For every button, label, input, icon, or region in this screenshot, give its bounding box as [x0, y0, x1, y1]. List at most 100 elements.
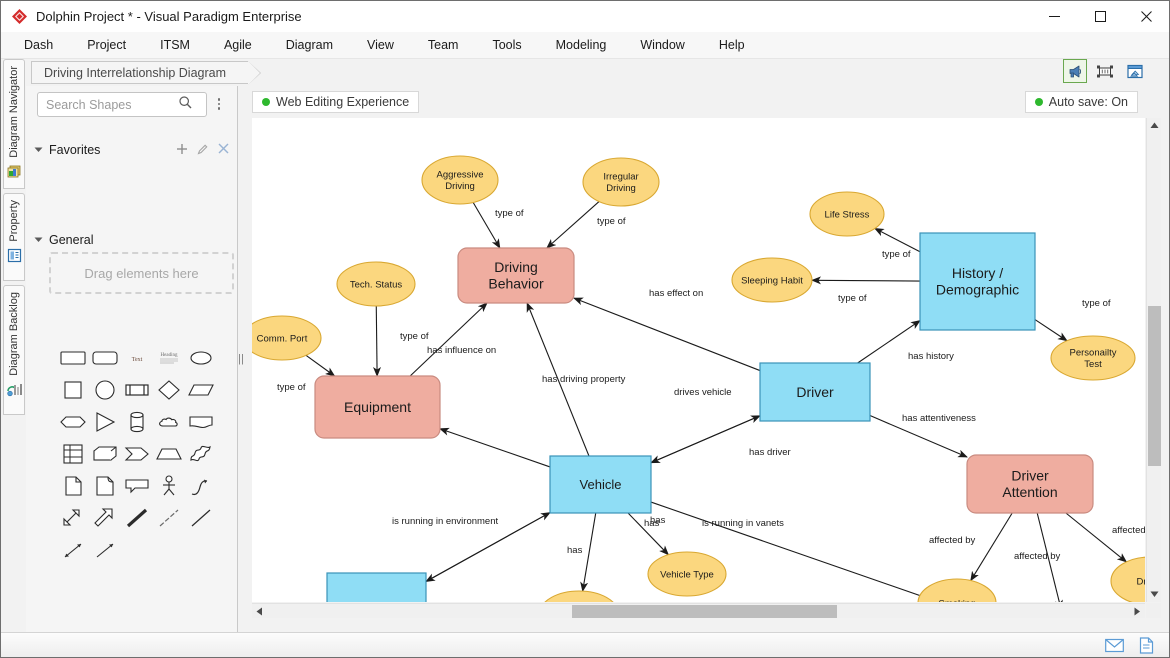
- diagram-node[interactable]: Sleeping Habit: [731, 257, 813, 303]
- close-button[interactable]: [1123, 1, 1169, 32]
- favorites-section-header[interactable]: Favorites: [26, 138, 238, 162]
- menu-item-diagram[interactable]: Diagram: [277, 34, 342, 56]
- diagram-node[interactable]: Environment: [326, 572, 427, 602]
- plus-icon[interactable]: [176, 143, 188, 158]
- diagram-edge[interactable]: [650, 415, 761, 464]
- diagram-node[interactable]: Vehicle Type: [647, 551, 727, 597]
- fit-to-screen-icon[interactable]: [1093, 59, 1117, 83]
- menu-item-agile[interactable]: Agile: [215, 34, 261, 56]
- trapezoid-shape[interactable]: [153, 438, 185, 470]
- minimize-button[interactable]: [1031, 1, 1077, 32]
- actor-shape[interactable]: [153, 470, 185, 502]
- search-shapes-box[interactable]: [37, 92, 207, 117]
- diagram-edge[interactable]: [439, 427, 551, 468]
- diagram-node[interactable]: Vehicle: [549, 455, 652, 514]
- maximize-button[interactable]: [1077, 1, 1123, 32]
- diagram-edge[interactable]: [810, 276, 921, 285]
- single-arrow-line-shape[interactable]: [89, 534, 121, 566]
- diamond-shape[interactable]: [153, 374, 185, 406]
- diagram-edge[interactable]: [373, 305, 382, 377]
- diagram-node[interactable]: DriverAttention: [966, 454, 1094, 514]
- wave-box-shape[interactable]: [185, 406, 217, 438]
- pencil-icon[interactable]: [197, 143, 209, 158]
- layers-panel-icon[interactable]: [1123, 59, 1147, 83]
- document-tab[interactable]: Driving Interrelationship Diagram: [31, 61, 262, 85]
- hexagon-shape[interactable]: [57, 406, 89, 438]
- web-editing-badge[interactable]: Web Editing Experience: [252, 91, 420, 113]
- diagram-node[interactable]: Vehicle ID: [540, 590, 618, 602]
- chevron-shape[interactable]: [121, 438, 153, 470]
- cloud-shape[interactable]: [153, 406, 185, 438]
- canvas-vertical-scrollbar[interactable]: [1146, 118, 1161, 602]
- diagram-node[interactable]: Comm. Port: [252, 315, 322, 361]
- callout-shape[interactable]: [121, 470, 153, 502]
- general-section-header[interactable]: General: [26, 228, 238, 252]
- triangle-right-shape[interactable]: [89, 406, 121, 438]
- scroll-up-arrow-icon[interactable]: [1147, 118, 1162, 133]
- diagram-edge[interactable]: [970, 512, 1013, 582]
- chevron-down-icon[interactable]: [34, 233, 43, 247]
- heading-text-shape[interactable]: Heading: [153, 342, 185, 374]
- diagram-edge[interactable]: [546, 201, 600, 249]
- sidebar-item-property[interactable]: Property: [3, 193, 25, 281]
- ellipse-shape[interactable]: [185, 342, 217, 374]
- diagram-edge[interactable]: [573, 297, 761, 372]
- process-shape[interactable]: [121, 374, 153, 406]
- diagram-node[interactable]: Driver: [759, 362, 871, 422]
- parallelogram-shape[interactable]: [185, 374, 217, 406]
- text-shape[interactable]: Text: [121, 342, 153, 374]
- close-icon[interactable]: [218, 143, 229, 157]
- search-input[interactable]: [38, 96, 176, 113]
- scroll-down-arrow-icon[interactable]: [1147, 587, 1162, 602]
- cylinder-shape[interactable]: [121, 406, 153, 438]
- table-shape[interactable]: [57, 438, 89, 470]
- thick-line-shape[interactable]: [121, 502, 153, 534]
- announcement-icon[interactable]: [1063, 59, 1087, 83]
- cube-shape[interactable]: [89, 438, 121, 470]
- diagram-edge[interactable]: [1034, 319, 1068, 342]
- dashed-line-shape[interactable]: [153, 502, 185, 534]
- wave-shape[interactable]: [185, 438, 217, 470]
- double-arrow-shape[interactable]: [57, 502, 89, 534]
- folded-corner-shape[interactable]: [89, 470, 121, 502]
- diagram-node[interactable]: Tech. Status: [336, 261, 416, 307]
- diagram-node[interactable]: DrivingBehavior: [457, 247, 575, 304]
- square-shape[interactable]: [57, 374, 89, 406]
- menu-item-dash[interactable]: Dash: [15, 34, 62, 56]
- line-shape[interactable]: [185, 502, 217, 534]
- menu-item-help[interactable]: Help: [710, 34, 754, 56]
- autosave-badge[interactable]: Auto save: On: [1024, 91, 1138, 113]
- note-icon[interactable]: [1138, 636, 1155, 654]
- rounded-rectangle-shape[interactable]: [57, 342, 89, 374]
- menu-item-itsm[interactable]: ITSM: [151, 34, 199, 56]
- mail-icon[interactable]: [1105, 638, 1124, 653]
- document-shape[interactable]: [57, 470, 89, 502]
- rectangle-shape[interactable]: [89, 342, 121, 374]
- diagram-node[interactable]: Drows: [1110, 556, 1145, 602]
- vertical-scrollbar-thumb[interactable]: [1148, 306, 1161, 466]
- canvas-horizontal-scrollbar[interactable]: [252, 603, 1145, 618]
- diagram-node[interactable]: AggressiveDriving: [421, 155, 499, 205]
- diagram-node[interactable]: Smoking: [917, 578, 997, 602]
- interrelationship-diagram[interactable]: AggressiveDrivingIrregularDrivingLife St…: [252, 118, 1145, 602]
- scroll-left-arrow-icon[interactable]: [252, 604, 267, 619]
- menu-item-window[interactable]: Window: [631, 34, 693, 56]
- menu-item-team[interactable]: Team: [419, 34, 468, 56]
- diagram-node[interactable]: Equipment: [314, 375, 441, 439]
- diagram-edge[interactable]: [1065, 512, 1128, 563]
- curved-arrow-shape[interactable]: [185, 470, 217, 502]
- sidebar-item-diagram-backlog[interactable]: Diagram Backlog: [3, 285, 25, 415]
- menu-item-modeling[interactable]: Modeling: [547, 34, 616, 56]
- menu-item-view[interactable]: View: [358, 34, 403, 56]
- menu-item-tools[interactable]: Tools: [483, 34, 530, 56]
- block-arrow-shape[interactable]: [89, 502, 121, 534]
- diagram-node[interactable]: History /Demographic: [919, 232, 1036, 331]
- search-icon[interactable]: [178, 95, 193, 115]
- diagram-node[interactable]: Life Stress: [809, 191, 885, 237]
- double-headed-line-shape[interactable]: [57, 534, 89, 566]
- diagram-edge[interactable]: [580, 512, 597, 593]
- diagram-edge[interactable]: [305, 354, 336, 377]
- diagram-node[interactable]: PersonailtyTest: [1050, 335, 1136, 381]
- chevron-down-icon[interactable]: [34, 143, 43, 157]
- favorites-dropzone[interactable]: Drag elements here: [49, 252, 234, 294]
